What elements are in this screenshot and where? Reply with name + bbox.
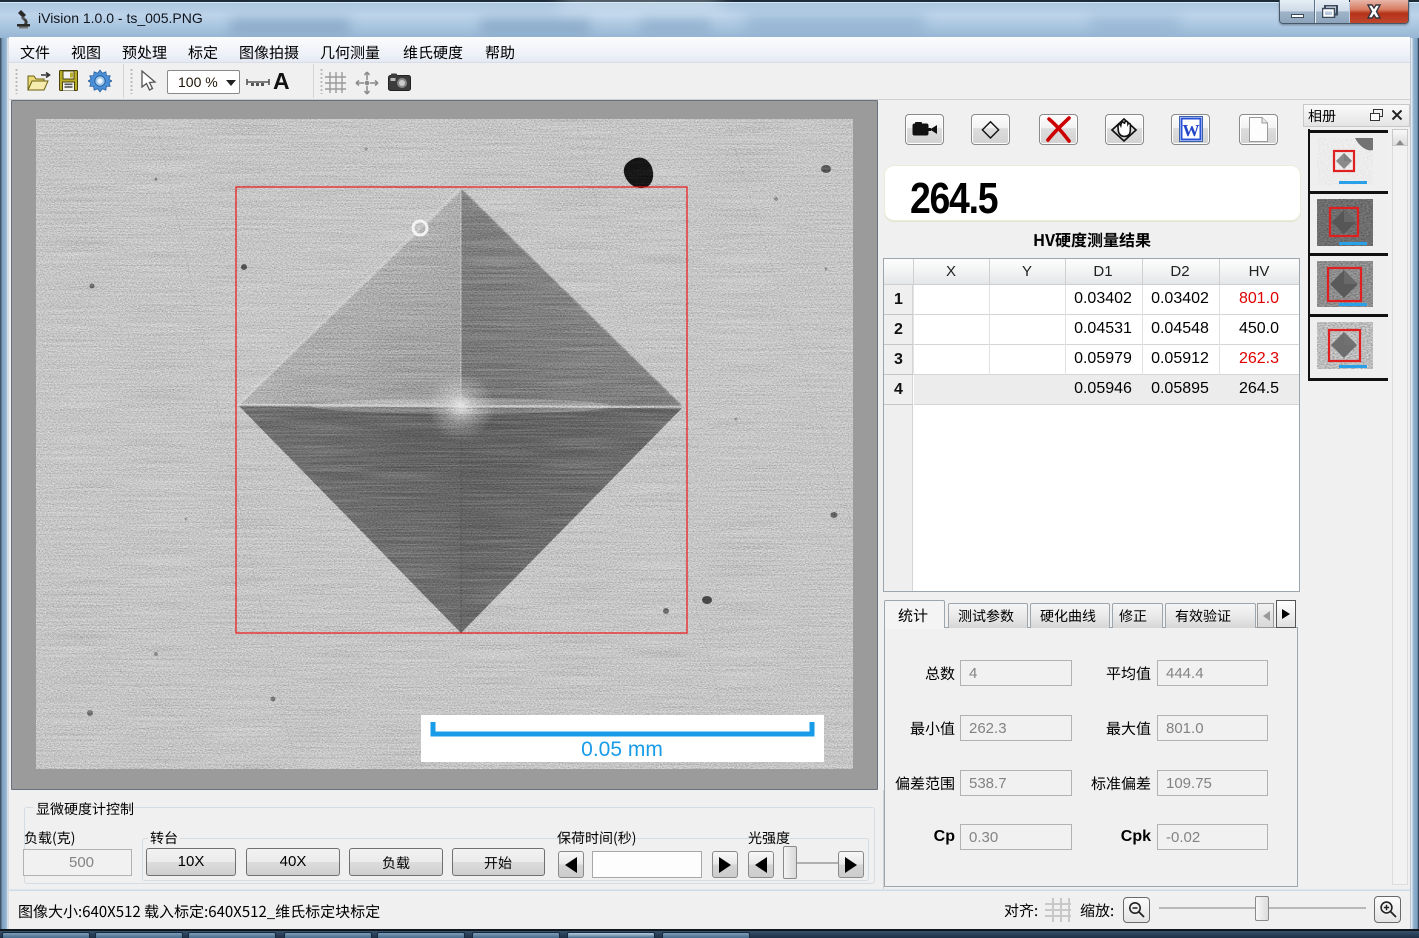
svg-text:0.05 mm: 0.05 mm	[581, 738, 663, 761]
svg-text:W: W	[1183, 121, 1200, 140]
